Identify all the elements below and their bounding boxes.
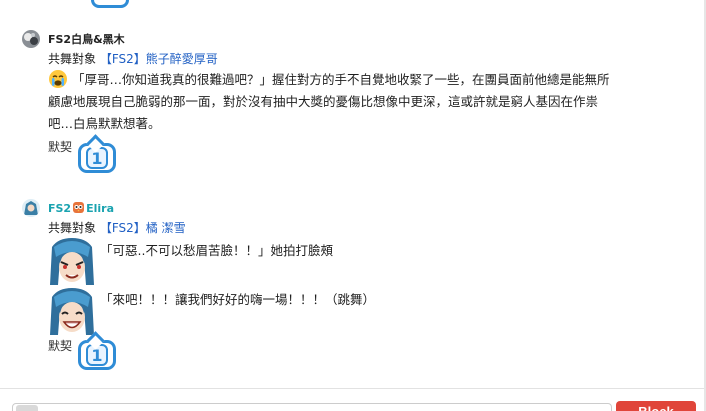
avatar[interactable]	[22, 199, 40, 217]
reaction-count: 1	[86, 147, 108, 169]
owl-icon	[73, 202, 85, 213]
message-line-text: 吧…白鳥默默想著。	[48, 116, 161, 131]
crying-face-icon	[49, 70, 67, 88]
message-line: 「厚哥…你知道我真的很難過吧？」握住對方的手不自覺地收緊了一些，在團員面前他總是…	[48, 69, 688, 91]
avatar[interactable]	[22, 30, 40, 48]
message-line-text: 「厚哥…你知道我真的很難過吧？」握住對方的手不自覺地收緊了一些，在團員面前他總是…	[72, 72, 610, 87]
author-name-prefix: FS2	[48, 202, 72, 215]
dance-partner-row: 共舞對象 【FS2】橘 潔雪	[48, 219, 186, 236]
post-author-row: FS2 Elira	[22, 197, 114, 219]
attachment-icon[interactable]	[16, 405, 38, 411]
message-text: 「厚哥…你知道我真的很難過吧？」握住對方的手不自覺地收緊了一些，在團員面前他總是…	[48, 69, 688, 135]
post-author-row: FS2白鳥&黑木	[22, 28, 125, 50]
dance-partner-row: 共舞對象 【FS2】熊子醉愛厚哥	[48, 50, 218, 67]
dance-partner-label: 共舞對象	[48, 52, 97, 66]
message-line: 吧…白鳥默默想著。	[48, 113, 688, 135]
message-line-text: 顧慮地展現自己脆弱的那一面，對於沒有抽中大獎的憂傷比想像中更深，這或許就是窮人基…	[48, 94, 599, 109]
reaction-badge-previous[interactable]	[91, 0, 129, 8]
reaction-count-badge[interactable]: 1	[78, 340, 116, 370]
sticker-caption: 「來吧！！！讓我們好好的嗨一場！！！（跳舞）	[100, 292, 376, 307]
compose-bar: Block	[0, 388, 706, 411]
reaction-label: 默契	[48, 140, 73, 154]
author-name-suffix: Elira	[86, 202, 114, 215]
dance-partner-link[interactable]: 【FS2】橘 潔雪	[100, 221, 186, 235]
reaction-count-badge[interactable]: 1	[78, 143, 116, 173]
character-sticker	[48, 237, 96, 285]
author-name[interactable]: FS2白鳥&黑木	[48, 31, 125, 47]
message-line: 顧慮地展現自己脆弱的那一面，對於沒有抽中大獎的憂傷比想像中更深，這或許就是窮人基…	[48, 91, 688, 113]
message-input[interactable]	[12, 403, 612, 411]
reaction-label: 默契	[48, 339, 73, 353]
chat-viewport[interactable]: FS2白鳥&黑木 共舞對象 【FS2】熊子醉愛厚哥 「厚哥…你知道我真的很難過吧…	[0, 0, 706, 411]
sticker-caption: 「可惡..不可以愁眉苦臉！！」她拍打臉頰	[100, 243, 333, 258]
character-sticker	[48, 287, 96, 335]
block-button[interactable]: Block	[616, 401, 696, 411]
reaction-count: 1	[86, 344, 108, 366]
dance-partner-link[interactable]: 【FS2】熊子醉愛厚哥	[100, 52, 218, 66]
dance-partner-label: 共舞對象	[48, 221, 97, 235]
author-name[interactable]: FS2 Elira	[48, 201, 114, 215]
